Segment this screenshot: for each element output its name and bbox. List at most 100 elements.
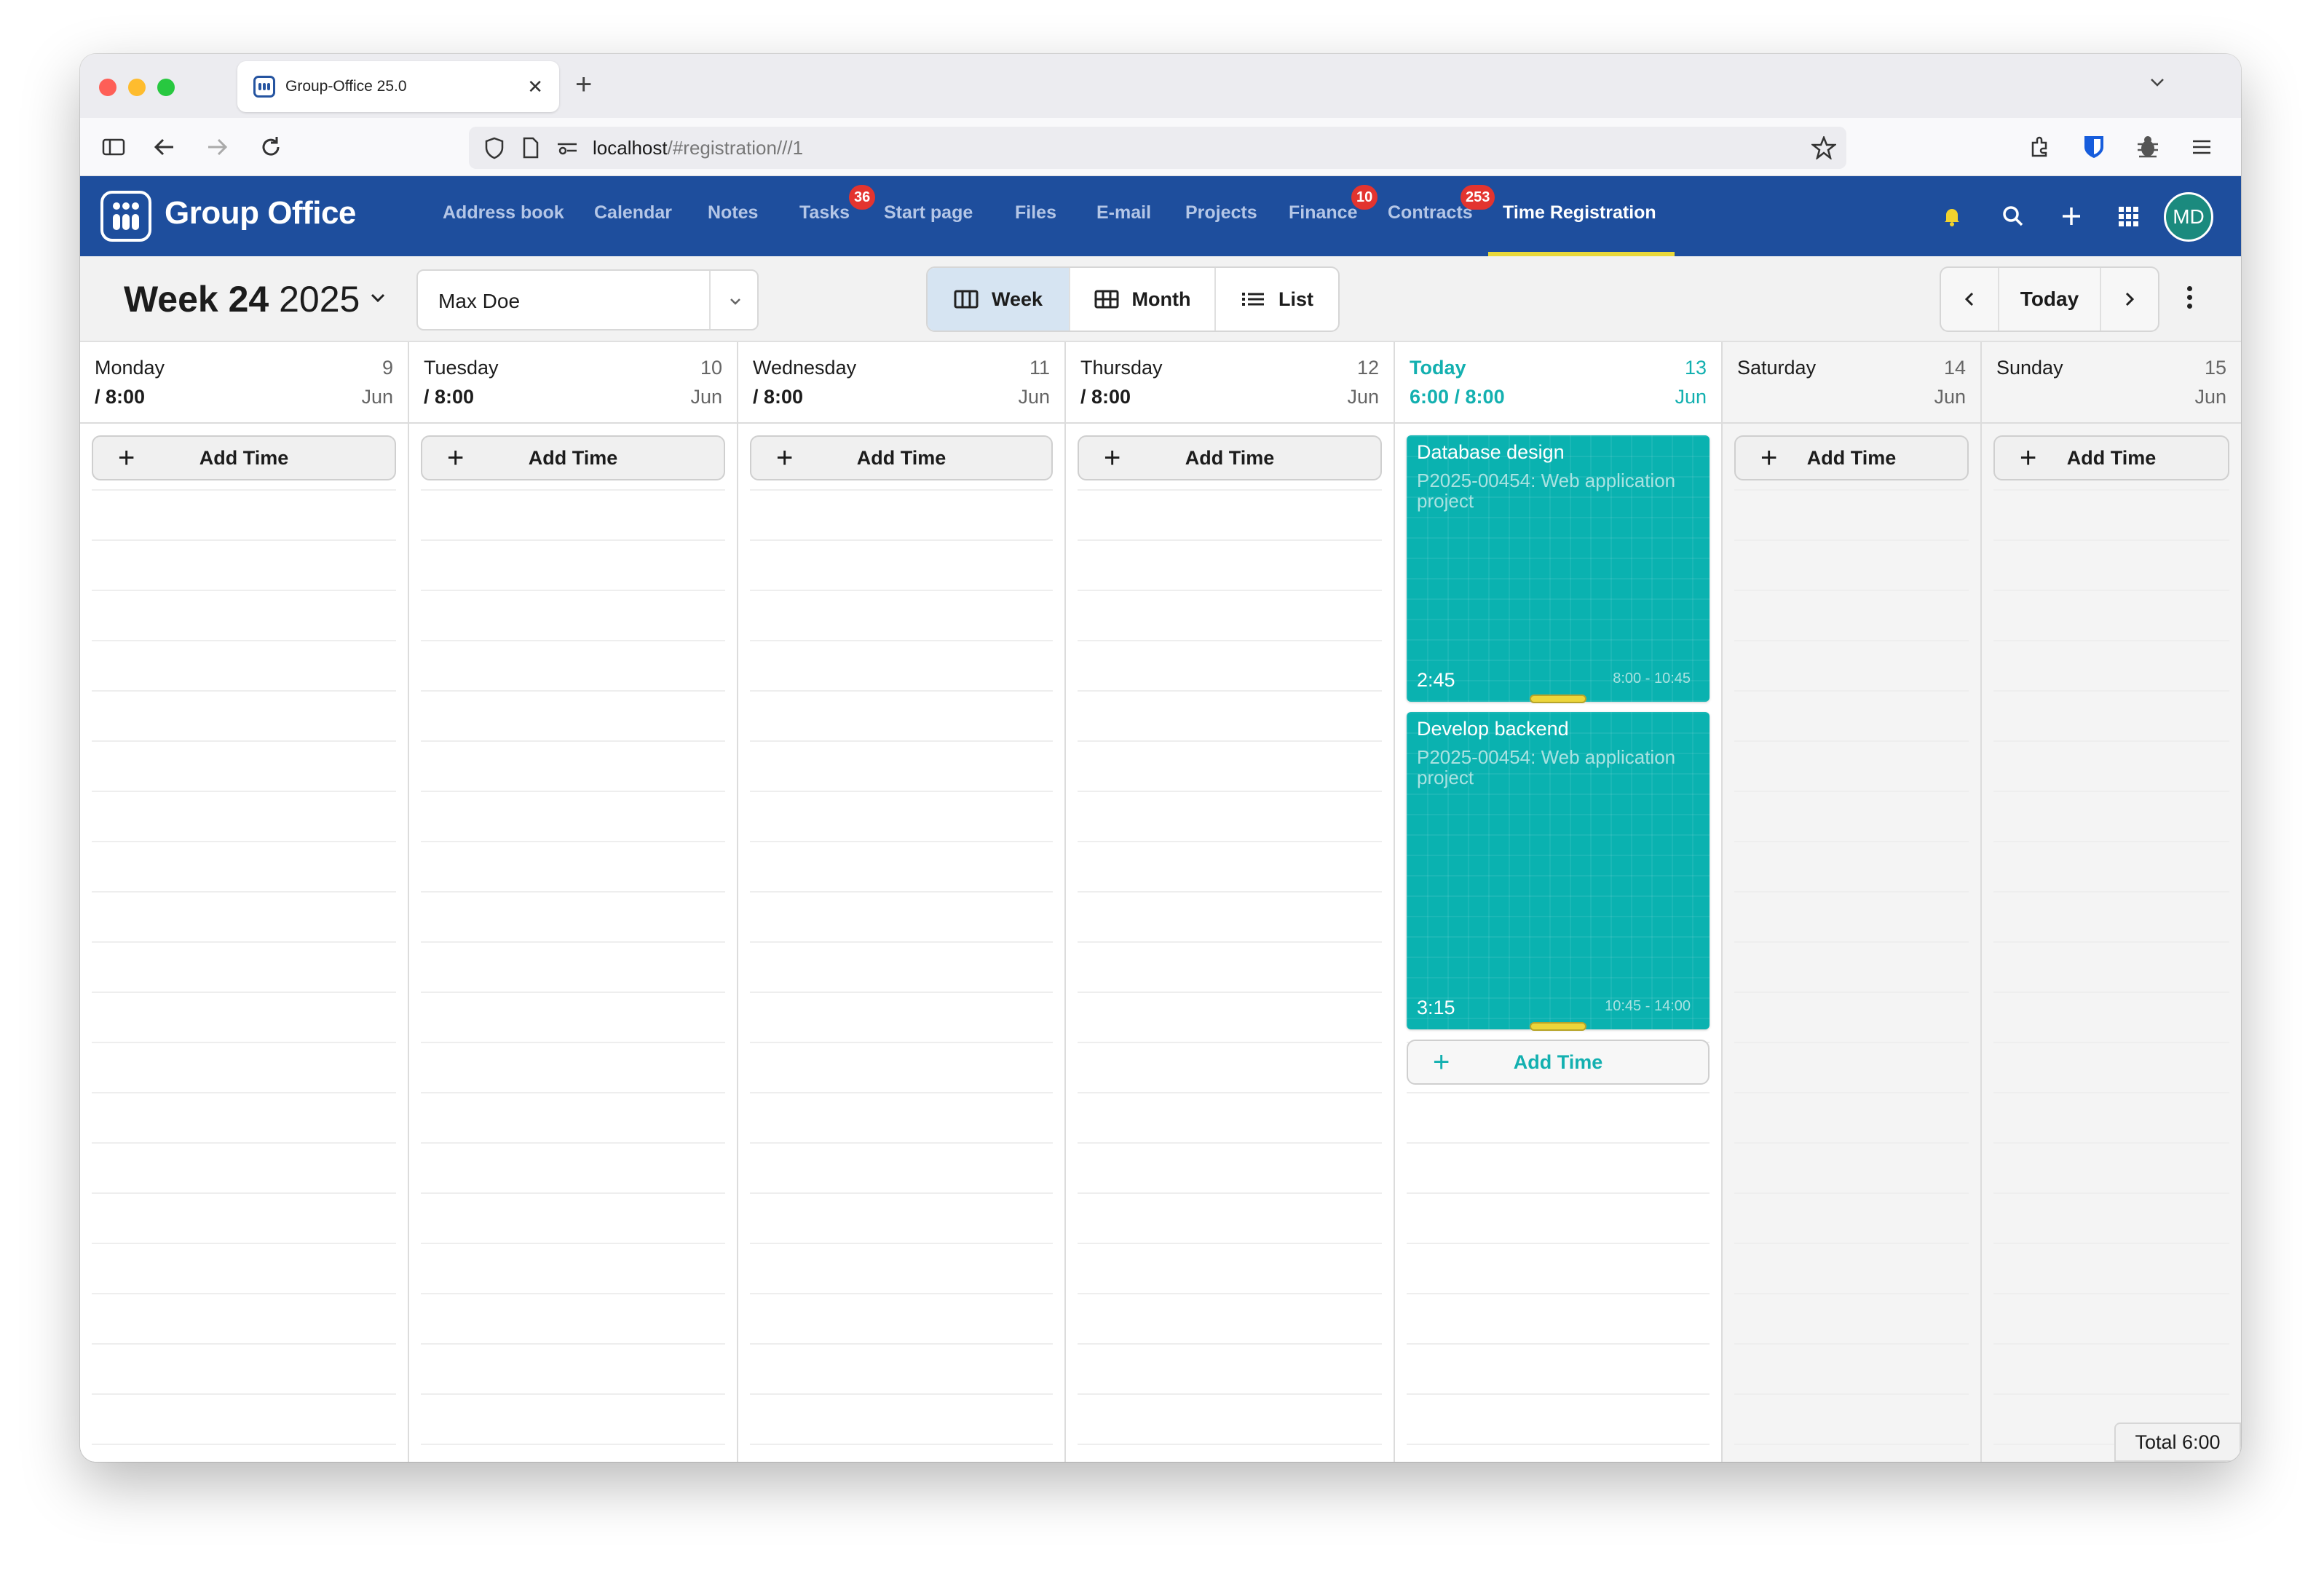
grid-line — [1734, 640, 1969, 641]
address-bar[interactable]: localhost /#registration///1 — [469, 127, 1846, 169]
entry-project: P2025-00454: Web application project — [1417, 470, 1676, 512]
grid-line — [1407, 1142, 1710, 1144]
time-entry[interactable]: Database design P2025-00454: Web applica… — [1407, 435, 1710, 703]
bitwarden-icon[interactable] — [2081, 134, 2107, 160]
grid-line — [750, 539, 1053, 541]
add-time-label: Add Time — [1806, 446, 1897, 469]
year-label: 2025 — [279, 279, 360, 320]
add-icon[interactable] — [2055, 199, 2088, 233]
menu-item-finance[interactable]: Finance — [1289, 202, 1357, 223]
menu-item-notes[interactable]: Notes — [708, 202, 758, 223]
reload-icon[interactable] — [258, 134, 284, 160]
bell-icon[interactable] — [1935, 199, 1969, 233]
grid-line — [421, 590, 725, 591]
avatar[interactable]: MD — [2164, 192, 2213, 242]
resize-handle[interactable] — [1530, 1022, 1586, 1031]
menu-item-projects[interactable]: Projects — [1185, 202, 1257, 223]
resize-handle[interactable] — [1530, 695, 1586, 703]
grid-line — [1078, 740, 1382, 742]
menu-item-address-book[interactable]: Address book — [443, 202, 564, 223]
grid-line — [750, 1142, 1053, 1144]
grid-line — [92, 1343, 396, 1345]
page-icon[interactable] — [521, 137, 540, 159]
bug-icon[interactable] — [2135, 134, 2161, 160]
entry-title: Develop backend — [1417, 718, 1569, 740]
back-arrow-icon[interactable] — [151, 134, 178, 160]
day-body[interactable]: + Add Time — [1723, 424, 1980, 1462]
menu-item-email[interactable]: E-mail — [1096, 202, 1151, 223]
hamburger-menu-icon[interactable] — [2189, 134, 2215, 160]
chevron-down-icon[interactable] — [727, 293, 744, 310]
day-month: Jun — [1018, 386, 1050, 408]
grid-line — [1078, 791, 1382, 792]
add-time-button[interactable]: + Add Time — [92, 435, 396, 480]
menu-item-files[interactable]: Files — [1015, 202, 1056, 223]
chevron-down-icon[interactable] — [2149, 74, 2165, 90]
time-entry[interactable]: Develop backend P2025-00454: Web applica… — [1407, 712, 1710, 1031]
day-total: / 8:00 — [424, 386, 475, 408]
app-name[interactable]: Group Office — [165, 195, 356, 232]
grid-line — [92, 891, 396, 893]
next-week-button[interactable] — [2101, 268, 2158, 331]
new-tab-icon[interactable]: + — [575, 70, 592, 99]
day-body[interactable]: + Add Time — [738, 424, 1064, 1462]
more-options-icon[interactable] — [2178, 282, 2200, 319]
week-view-button[interactable]: Week — [928, 268, 1070, 331]
chevron-down-icon[interactable] — [368, 288, 387, 307]
add-time-button[interactable]: + Add Time — [421, 435, 725, 480]
search-icon[interactable] — [1996, 199, 2030, 233]
grid-line — [1078, 1343, 1382, 1345]
grid-line — [421, 1393, 725, 1395]
menu-item-contracts[interactable]: Contracts — [1388, 202, 1473, 223]
grid-line — [421, 690, 725, 692]
close-tab-icon[interactable]: ✕ — [527, 76, 543, 98]
day-total: / 8:00 — [753, 386, 804, 408]
previous-week-button[interactable] — [1941, 268, 1999, 331]
maximize-window-button[interactable] — [157, 79, 175, 96]
grid-line — [1078, 1092, 1382, 1093]
browser-tab[interactable]: Group-Office 25.0 ✕ — [237, 61, 559, 112]
bookmark-star-icon[interactable] — [1811, 136, 1836, 159]
close-window-button[interactable] — [99, 79, 116, 96]
add-time-button[interactable]: + Add Time — [1407, 1040, 1710, 1085]
list-view-button[interactable]: List — [1216, 268, 1338, 331]
grid-line — [421, 1142, 725, 1144]
grid-line — [1407, 1092, 1710, 1093]
day-column-monday: Monday 9 / 8:00 Jun + Add Time — [80, 342, 409, 1462]
minimize-window-button[interactable] — [128, 79, 146, 96]
day-body[interactable]: + Add Time — [409, 424, 737, 1462]
entry-time-range: 8:00 - 10:45 — [1613, 670, 1691, 686]
grid-line — [421, 1192, 725, 1194]
day-body[interactable]: Database design P2025-00454: Web applica… — [1395, 424, 1721, 1462]
menu-item-start-page[interactable]: Start page — [884, 202, 973, 223]
day-number: 15 — [2204, 357, 2226, 379]
add-time-button[interactable]: + Add Time — [1078, 435, 1382, 480]
extensions-icon[interactable] — [2027, 134, 2053, 160]
grid-line — [92, 1092, 396, 1093]
sidebar-toggle-icon[interactable] — [100, 134, 127, 160]
shield-icon[interactable] — [483, 136, 505, 159]
add-time-button[interactable]: + Add Time — [1734, 435, 1969, 480]
forward-arrow-icon[interactable] — [204, 134, 230, 160]
grid-line — [750, 640, 1053, 641]
menu-item-calendar[interactable]: Calendar — [594, 202, 672, 223]
day-body[interactable]: + Add Time — [1982, 424, 2241, 1462]
grid-line — [421, 992, 725, 993]
permissions-icon[interactable] — [556, 139, 578, 157]
entry-title: Database design — [1417, 441, 1565, 463]
month-view-button[interactable]: Month — [1070, 268, 1216, 331]
user-select[interactable]: Max Doe — [416, 269, 759, 331]
day-body[interactable]: + Add Time — [1066, 424, 1394, 1462]
week-selector[interactable]: Week 24 2025 — [124, 278, 360, 320]
apps-grid-icon[interactable] — [2111, 199, 2145, 233]
menu-item-tasks[interactable]: Tasks — [799, 202, 850, 223]
group-office-logo-icon[interactable] — [100, 191, 151, 242]
grid-line — [92, 590, 396, 591]
menu-item-time-registration[interactable]: Time Registration — [1503, 202, 1656, 223]
grid-line — [1407, 1444, 1710, 1445]
grid-line — [1078, 1293, 1382, 1294]
add-time-button[interactable]: + Add Time — [750, 435, 1053, 480]
day-body[interactable]: + Add Time — [80, 424, 408, 1462]
today-button[interactable]: Today — [1999, 268, 2101, 331]
add-time-button[interactable]: + Add Time — [1993, 435, 2229, 480]
